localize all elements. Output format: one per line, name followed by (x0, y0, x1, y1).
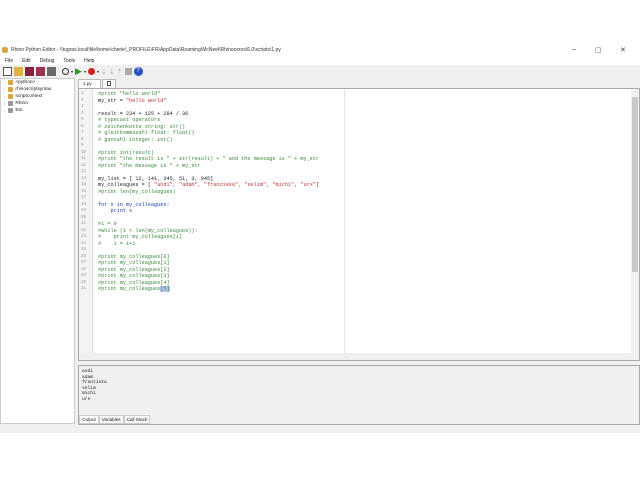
step-over-icon[interactable]: ⇣ (109, 68, 115, 76)
rhino-python-editor-window: Rhino Python Editor - \\tugras.local\fil… (0, 43, 640, 433)
breakpoint-dropdown-icon[interactable]: ▾ (97, 69, 99, 74)
line-text: #print len(my_colleagues) (98, 188, 176, 195)
scrollbar-thumb[interactable] (632, 97, 638, 272)
editor-tabs: 1.py ○ (78, 78, 640, 88)
open-folder-icon[interactable] (14, 67, 23, 76)
namespace-icon (8, 101, 14, 106)
close-button[interactable]: ✕ (620, 46, 626, 54)
line-text: # ganzahl integer: int() (98, 136, 173, 143)
tab-variables[interactable]: Variables (98, 415, 124, 424)
module-icon (8, 94, 14, 99)
output-text: andi adam franziska selim michi urs (82, 369, 107, 402)
module-tree: › <python> › rhinoscriptsyntax › scriptcont… (0, 78, 75, 424)
step-into-icon[interactable]: ⇣ (101, 68, 107, 76)
code-line: 31 #print my_colleagues[5] (79, 286, 639, 293)
menu-edit[interactable]: Edit (22, 58, 31, 64)
line-text: my_str = "hello world" (98, 97, 167, 104)
help-icon[interactable]: ? (133, 67, 143, 76)
tab-call-stack[interactable]: Call Stack (123, 415, 151, 424)
new-tab-button[interactable] (101, 79, 116, 88)
menu-help[interactable]: Help (84, 58, 94, 64)
tree-item-rhinoscriptsyntax[interactable]: › rhinoscriptsyntax (1, 86, 74, 93)
breakpoint-icon[interactable] (87, 68, 95, 75)
run-icon[interactable]: ▶ (75, 66, 82, 77)
save-as-icon[interactable] (36, 67, 45, 76)
search-icon[interactable] (62, 68, 69, 75)
menu-file[interactable]: File (5, 58, 13, 64)
title-bar: Rhino Python Editor - \\tugras.local\fil… (0, 43, 640, 57)
new-document-icon (106, 81, 111, 86)
window-title: Rhino Python Editor - \\tugras.local\fil… (11, 47, 281, 53)
code-lines: 1 #print "hello world" 2 my_str = "hello wo… (79, 91, 639, 293)
output-panel: andi adam franziska selim michi urs Outp… (78, 365, 640, 425)
line-text: #print "the message is " + my_str (98, 162, 201, 169)
code-editor[interactable]: 1 #print "hello world" 2 my_str = "hello wo… (78, 88, 640, 361)
text-selection: [5] (160, 286, 170, 292)
tree-item-python[interactable]: › <python> (1, 79, 74, 86)
rhino-python-icon (2, 47, 8, 53)
maximize-button[interactable]: ▢ (595, 46, 602, 54)
run-dropdown-icon[interactable]: ▾ (84, 69, 86, 74)
tab-output[interactable]: Output (79, 415, 99, 424)
minimize-button[interactable]: – (572, 46, 576, 53)
save-icon[interactable] (25, 67, 34, 76)
menu-bar: File Edit Debug Tools Help (0, 57, 640, 65)
module-icon (8, 80, 14, 85)
tab-1py[interactable]: 1.py ○ (78, 79, 101, 88)
module-icon (8, 87, 14, 92)
new-file-icon[interactable] (3, 67, 12, 76)
toolbar: ▾ ▶ ▾ ▾ ⇣ ⇣ ⇡ ? (0, 65, 640, 78)
horizontal-scrollbar[interactable] (79, 353, 633, 360)
menu-tools[interactable]: Tools (63, 58, 75, 64)
tab-close-icon[interactable]: ○ (93, 81, 96, 86)
search-dropdown-icon[interactable]: ▾ (71, 69, 73, 74)
tree-item-rhino[interactable]: › Rhino (1, 100, 74, 107)
tree-item-scriptcontext[interactable]: › scriptcontext (1, 93, 74, 100)
vertical-scrollbar[interactable] (631, 89, 639, 360)
tree-item-eto[interactable]: › Eto (1, 107, 74, 114)
save-all-icon[interactable] (47, 67, 56, 76)
menu-debug[interactable]: Debug (40, 58, 55, 64)
namespace-icon (8, 108, 14, 113)
stop-icon[interactable] (124, 68, 132, 75)
step-out-icon[interactable]: ⇡ (117, 68, 123, 76)
line-text: #print my_colleagues[5] (98, 286, 170, 292)
line-number: 31 (81, 287, 87, 291)
